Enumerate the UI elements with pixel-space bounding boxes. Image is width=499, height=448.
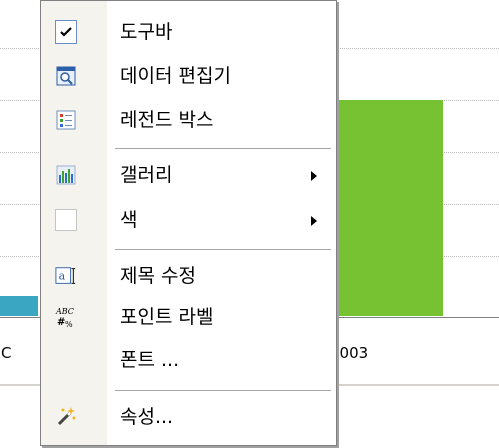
menu-item-edit-title[interactable]: a 제목 수정 — [41, 258, 336, 294]
menu-item-toolbar[interactable]: 도구바 — [41, 14, 336, 50]
menu-item-legend-box[interactable]: 레전드 박스 — [41, 102, 336, 138]
menu-item-properties[interactable]: 속성... — [41, 399, 336, 435]
gallery-chart-icon — [55, 164, 77, 186]
menu-item-point-labels[interactable]: ABC # % 포인트 라벨 — [41, 299, 336, 335]
x-tick-label: C — [1, 344, 12, 362]
submenu-arrow-icon — [311, 171, 317, 181]
menu-item-label: 데이터 편집기 — [120, 65, 231, 87]
svg-text:a: a — [59, 270, 66, 283]
data-editor-icon — [55, 65, 77, 87]
menu-item-label: 갤러리 — [120, 164, 173, 186]
menu-item-label: 포인트 라벨 — [120, 306, 214, 328]
menu-item-label: 제목 수정 — [120, 265, 196, 287]
menu-item-color[interactable]: 색 — [41, 202, 336, 238]
chart-bar-left — [0, 296, 38, 316]
edit-title-icon: a — [55, 265, 77, 287]
chart-bar-2003 — [338, 100, 443, 316]
menu-item-font[interactable]: 폰트 ... — [41, 342, 336, 378]
svg-text:ABC: ABC — [55, 307, 74, 316]
menu-item-data-editor[interactable]: 데이터 편집기 — [41, 58, 336, 94]
properties-wand-icon — [55, 406, 77, 428]
svg-text:%: % — [65, 320, 73, 329]
color-swatch-icon — [55, 209, 77, 231]
menu-separator — [115, 390, 331, 391]
legend-box-icon — [55, 109, 77, 131]
menu-item-label: 레전드 박스 — [120, 109, 214, 131]
menu-item-gallery[interactable]: 갤러리 — [41, 157, 336, 193]
menu-separator — [115, 148, 331, 149]
menu-separator — [115, 249, 331, 250]
context-menu: 도구바 데이터 편집기 레전드 박스 갤러리 색 a 제목 수정 ABC # %… — [40, 0, 337, 446]
checkmark-icon — [55, 20, 77, 44]
menu-item-label: 속성... — [120, 406, 174, 428]
menu-item-label: 색 — [120, 209, 138, 231]
menu-item-label: 폰트 ... — [120, 349, 180, 371]
point-labels-icon: ABC # % — [55, 306, 77, 329]
submenu-arrow-icon — [311, 216, 317, 226]
menu-item-label: 도구바 — [120, 21, 173, 43]
